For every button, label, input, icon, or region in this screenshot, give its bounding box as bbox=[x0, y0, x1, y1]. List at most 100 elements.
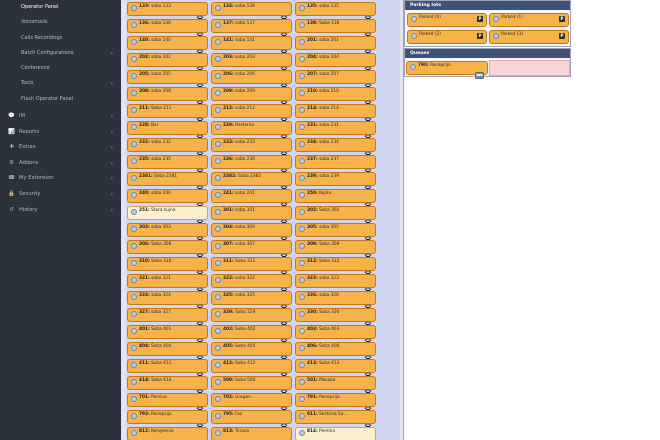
extension-label: 304: soba 304 bbox=[223, 225, 255, 231]
extension-button[interactable]: 2381: Soba 2381 bbox=[127, 172, 208, 191]
extension-button[interactable]: 239: soba 239 bbox=[295, 172, 376, 191]
sidebar-item-reports[interactable]: 📊 Reports › bbox=[0, 125, 121, 141]
extension-button[interactable]: 251: Stara kujna bbox=[127, 206, 208, 225]
extension-button[interactable]: 305: soba 305 bbox=[295, 223, 376, 242]
extension-button[interactable]: 214: soba 214 bbox=[295, 104, 376, 123]
extension-button[interactable]: 402: Soba 402 bbox=[211, 325, 292, 344]
extension-button[interactable]: 329: Soba 329 bbox=[211, 308, 292, 327]
extension-button[interactable]: 322: soba 322 bbox=[211, 274, 292, 293]
extension-button[interactable]: 138: Soba 138 bbox=[295, 19, 376, 38]
sidebar-subitem[interactable]: Conference bbox=[0, 61, 121, 76]
extension-button[interactable]: 240: soba 240 bbox=[127, 189, 208, 208]
extension-button[interactable]: 211: Soba 211 bbox=[127, 104, 208, 123]
extension-button[interactable]: 228: Bar bbox=[127, 121, 208, 140]
extension-button[interactable]: 500: Soba 500 bbox=[211, 376, 292, 395]
sidebar-subitem[interactable]: Flash Operator Panel bbox=[0, 92, 121, 107]
extension-button[interactable]: 229: Restoran bbox=[211, 121, 292, 140]
extension-name: soba 201 bbox=[319, 38, 339, 43]
sidebar-item-history[interactable]: ↺ History › bbox=[0, 203, 121, 219]
sidebar-item-addons[interactable]: ⚙ Addons › bbox=[0, 156, 121, 172]
extension-button[interactable]: 321: soba 321 bbox=[127, 274, 208, 293]
extension-button[interactable]: 413: Soba 413 bbox=[295, 359, 376, 378]
extension-button[interactable]: 203: soba 203 bbox=[211, 53, 292, 72]
extension-button[interactable]: 233: soba 233 bbox=[211, 138, 292, 157]
extension-button[interactable]: 204: soba 204 bbox=[295, 53, 376, 72]
sidebar-subitem[interactable]: Tools › bbox=[0, 76, 121, 91]
extension-button[interactable]: 813: Terasa bbox=[211, 427, 292, 440]
extension-button[interactable]: 412: Soba 412 bbox=[211, 359, 292, 378]
extension-button[interactable]: 135: soba 135 bbox=[295, 2, 376, 21]
extension-button[interactable]: 323: soba 323 bbox=[295, 274, 376, 293]
extension-button[interactable]: 209: soba 209 bbox=[211, 87, 292, 106]
extension-button[interactable]: 302: Soba 302 bbox=[295, 206, 376, 225]
extension-button[interactable]: 814: Perelna bbox=[295, 427, 376, 440]
sidebar-subitem[interactable]: Voicemails bbox=[0, 15, 121, 30]
extension-button[interactable]: 136: soba 136 bbox=[127, 19, 208, 38]
extension-button[interactable]: 327: soba 327 bbox=[127, 308, 208, 327]
extension-button[interactable]: 212: soba 212 bbox=[211, 104, 292, 123]
extension-button[interactable]: 309: Soba 309 bbox=[295, 240, 376, 259]
extension-button[interactable]: 406: Soba 406 bbox=[295, 342, 376, 361]
parking-slot[interactable]: Parked (3) P bbox=[489, 30, 569, 44]
sidebar-item-security[interactable]: 🔒 Security › bbox=[0, 187, 121, 203]
extension-button[interactable]: 208: soba 208 bbox=[127, 87, 208, 106]
extension-button[interactable]: 250: Kujna bbox=[295, 189, 376, 208]
extension-button[interactable]: 232: soba 232 bbox=[127, 138, 208, 157]
parking-slot[interactable]: Parked (1) P bbox=[489, 13, 569, 27]
extension-button[interactable]: 812: Kongresna bbox=[127, 427, 208, 440]
queue-button[interactable]: 790: Recepcija bbox=[406, 61, 488, 79]
extension-button[interactable]: 236: soba 236 bbox=[211, 155, 292, 174]
extension-button[interactable]: 134: soba 134 bbox=[211, 2, 292, 21]
extension-button[interactable]: 235: soba 235 bbox=[127, 155, 208, 174]
extension-button[interactable]: 324: soba 324 bbox=[127, 291, 208, 310]
extension-button[interactable]: 234: soba 234 bbox=[295, 138, 376, 157]
extension-button[interactable]: 303: soba 303 bbox=[127, 223, 208, 242]
extension-button[interactable]: 325: soba 325 bbox=[211, 291, 292, 310]
extension-button[interactable]: 301: soba 301 bbox=[211, 206, 292, 225]
extension-button[interactable]: 792: Recepcija bbox=[127, 410, 208, 429]
parking-slot[interactable]: Parked (2) P bbox=[407, 30, 487, 44]
extension-button[interactable]: 501: Masaza bbox=[295, 376, 376, 395]
extension-button[interactable]: 403: Soba 403 bbox=[295, 325, 376, 344]
extension-button[interactable]: 411: Soba 411 bbox=[127, 359, 208, 378]
extension-button[interactable]: 326: soba 326 bbox=[295, 291, 376, 310]
extension-button[interactable]: 701: Porsina bbox=[127, 393, 208, 412]
sidebar-subitem[interactable]: Calls Recordings bbox=[0, 31, 121, 46]
extension-button[interactable]: 414: Soba 414 bbox=[127, 376, 208, 395]
sidebar-subitem[interactable]: Batch Configurations › bbox=[0, 46, 121, 61]
sidebar-item-extras[interactable]: ✚ Extras › bbox=[0, 140, 121, 156]
extension-button[interactable]: 312: Soba 312 bbox=[295, 257, 376, 276]
extension-button[interactable]: 404: Soba 404 bbox=[127, 342, 208, 361]
extension-button[interactable]: 137: soba 137 bbox=[211, 19, 292, 38]
extension-button[interactable]: 201: soba 201 bbox=[295, 36, 376, 55]
extension-button[interactable]: 210: soba 210 bbox=[295, 87, 376, 106]
sidebar-subitem[interactable]: Operator Panel bbox=[0, 0, 121, 15]
extension-button[interactable]: 206: soba 206 bbox=[211, 70, 292, 89]
extension-button[interactable]: 310: Soba 310 bbox=[127, 257, 208, 276]
extension-button[interactable]: 311: Soba 311 bbox=[211, 257, 292, 276]
extension-button[interactable]: 2382: Soba 2382 bbox=[211, 172, 292, 191]
extension-button[interactable]: 207: soba 207 bbox=[295, 70, 376, 89]
extension-button[interactable]: 791: Recepcija bbox=[295, 393, 376, 412]
extension-button[interactable]: 237: soba 237 bbox=[295, 155, 376, 174]
extension-button[interactable]: 141: soba 141 bbox=[211, 36, 292, 55]
extension-button[interactable]: 401: Soba 401 bbox=[127, 325, 208, 344]
sidebar-item-my-extension[interactable]: ☎ My Extension › bbox=[0, 171, 121, 187]
extension-button[interactable]: 811: Sestrina Sa... bbox=[295, 410, 376, 429]
extension-button[interactable]: 202: soba 202 bbox=[127, 53, 208, 72]
extension-button[interactable]: 702: Gregan bbox=[211, 393, 292, 412]
extension-button[interactable]: 307: soba 307 bbox=[211, 240, 292, 259]
extension-button[interactable]: 241: soba 241 bbox=[211, 189, 292, 208]
extension-button[interactable]: 205: soba 205 bbox=[127, 70, 208, 89]
extension-button[interactable]: 306: Soba 306 bbox=[127, 240, 208, 259]
extension-button[interactable]: 140: soba 140 bbox=[127, 36, 208, 55]
extension-button[interactable]: 405: Soba 405 bbox=[211, 342, 292, 361]
extension-button[interactable]: 795: Fax bbox=[211, 410, 292, 429]
extension-button[interactable]: 330: Soba 330 bbox=[295, 308, 376, 327]
sidebar-item-im[interactable]: 💬 IM › bbox=[0, 109, 121, 125]
extension-button[interactable]: 231: soba 231 bbox=[295, 121, 376, 140]
extension-button[interactable]: 304: soba 304 bbox=[211, 223, 292, 242]
telephone-icon bbox=[364, 40, 372, 55]
parking-slot[interactable]: Parked (0) P bbox=[407, 13, 487, 27]
extension-button[interactable]: 133: soba 133 bbox=[127, 2, 208, 21]
